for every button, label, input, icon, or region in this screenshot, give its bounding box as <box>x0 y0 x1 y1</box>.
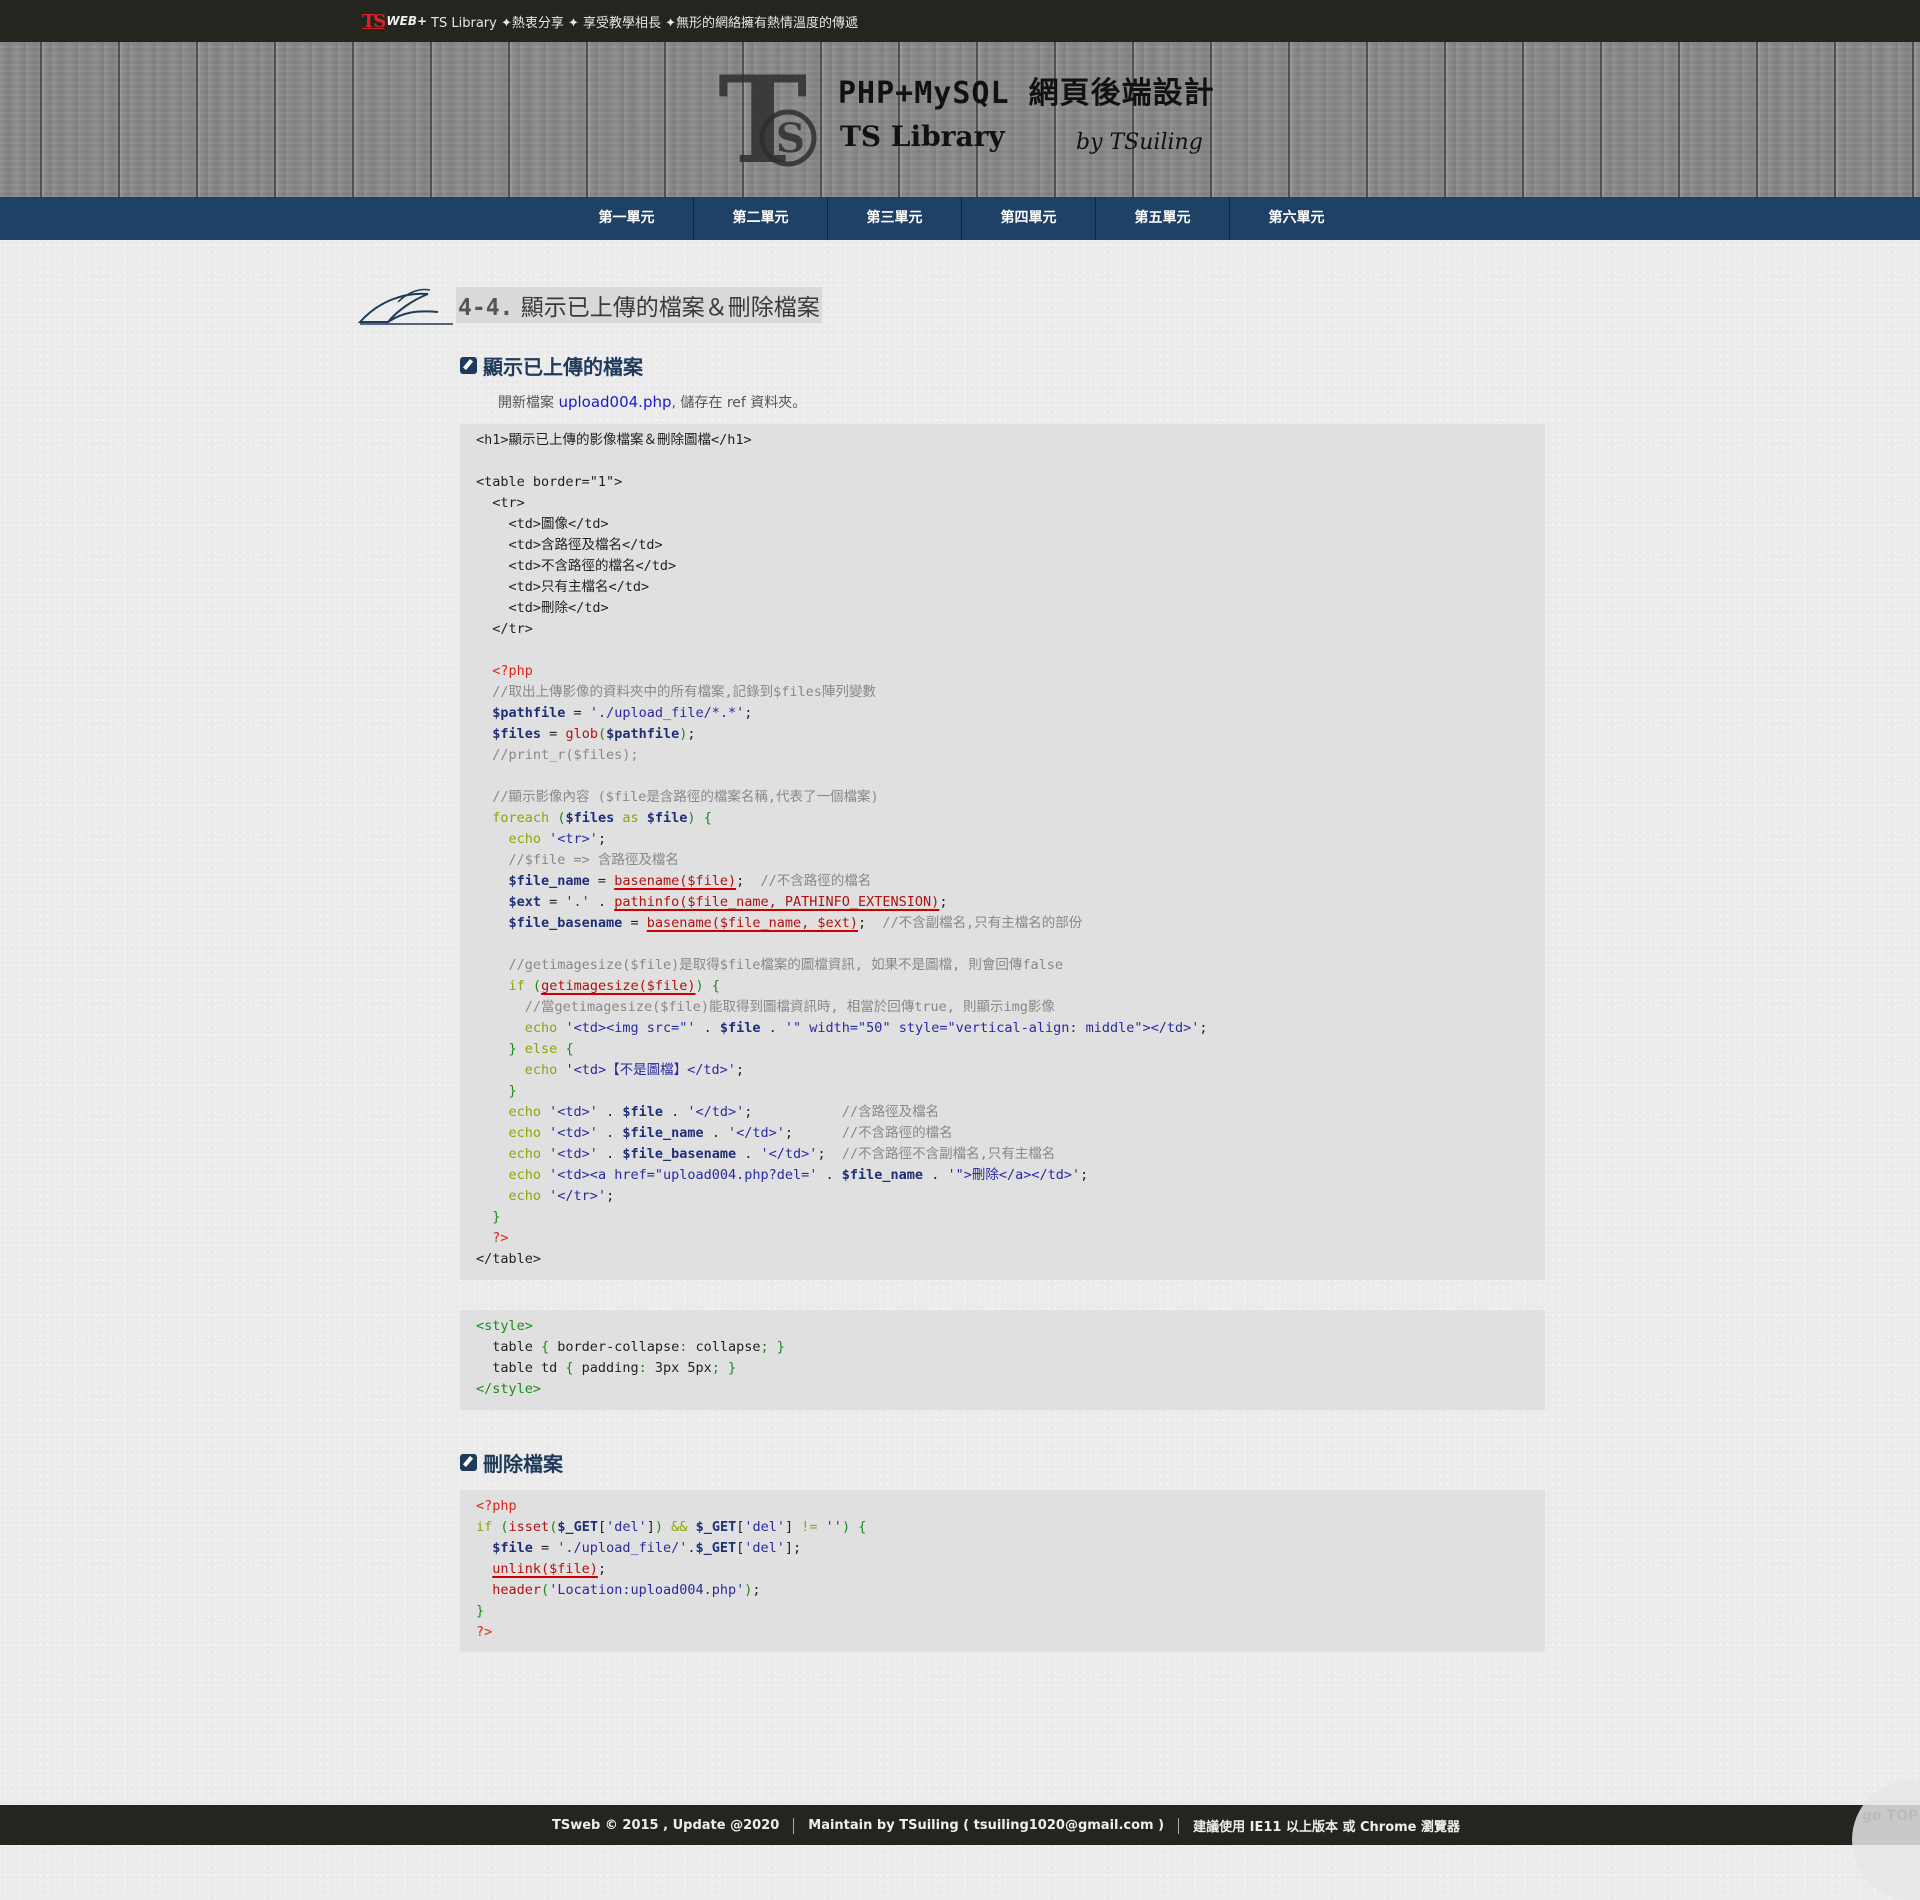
code-block-delete[interactable]: <?php if (isset($_GET['del']) && $_GET['d… <box>460 1490 1545 1652</box>
code-block-style[interactable]: <style> table { border-collapse: collaps… <box>460 1310 1545 1410</box>
code-line: echo '<tr>'; <box>508 831 607 847</box>
footer-copyright: TSweb © 2015 , Update @2020 <box>552 1818 780 1833</box>
code-block-upload004[interactable]: <h1>顯示已上傳的影像檔案＆刪除圖檔</h1> <table border="1… <box>460 424 1545 1280</box>
nav-item-unit-2[interactable]: 第二單元 <box>693 197 827 240</box>
code-line: echo '<td>' . $file . '</td>'; //含路徑及檔名 <box>508 1104 940 1120</box>
feather-pen-icon <box>358 288 453 325</box>
code-line: $file = './upload_file/'.$_GET['del']; <box>492 1540 802 1556</box>
site-tagline: TS Library ✦熱衷分享 ✦ 享受教學相長 ✦無形的網絡擁有熱情溫度的傳… <box>431 15 859 31</box>
code-line: } <box>476 1603 485 1619</box>
code-line: <?php <box>492 663 533 679</box>
code-line: } <box>492 1209 501 1225</box>
ts-library-logo[interactable]: T S <box>718 54 836 184</box>
code-line: <style> <box>476 1318 533 1334</box>
go-top-label: go TOP <box>1862 1808 1919 1824</box>
svg-text:S: S <box>776 115 805 162</box>
footer-divider <box>1178 1817 1180 1834</box>
code-line: echo '<td>【不是圖檔】</td>'; <box>524 1062 744 1078</box>
banner-subtitle: TS Library <box>840 120 1005 153</box>
top-strip: TS WEB+ TS Library ✦熱衷分享 ✦ 享受教學相長 ✦無形的網絡… <box>0 0 1920 43</box>
code-line: $pathfile = './upload_file/*.*'; <box>492 705 753 721</box>
section-heading-text: 顯示已上傳的檔案 <box>483 355 643 379</box>
code-line: echo '</tr>'; <box>508 1188 615 1204</box>
page-title-text: 顯示已上傳的檔案＆刪除檔案 <box>520 295 820 321</box>
code-line: //$file => 含路徑及檔名 <box>508 852 679 868</box>
code-line: ?> <box>476 1624 493 1640</box>
code-line: $ext = '.' . pathinfo($file_name, PATHIN… <box>508 894 948 910</box>
ts-web-logo[interactable]: TS WEB+ <box>362 11 427 32</box>
intro-suffix: , 儲存在 ref 資料夾。 <box>671 395 807 411</box>
nav-item-unit-5[interactable]: 第五單元 <box>1095 197 1229 240</box>
logo-web-text: WEB+ <box>386 14 428 28</box>
code-line: </style> <box>476 1381 542 1397</box>
footer-browser-advice: 建議使用 IE11 以上版本 或 Chrome 瀏覽器 <box>1193 1820 1461 1835</box>
top-strip-content: TS WEB+ TS Library ✦熱衷分享 ✦ 享受教學相長 ✦無形的網絡… <box>362 8 858 34</box>
banner-author: by TSuiling <box>1076 130 1203 155</box>
main-nav: 第一單元 第二單元 第三單元 第四單元 第五單元 第六單元 <box>0 197 1920 240</box>
code-line: } <box>508 1083 517 1099</box>
section-heading-delete-file: 刪除檔案 <box>460 1448 563 1477</box>
code-line: <td>只有主檔名</td> <box>476 579 650 595</box>
section-heading-text: 刪除檔案 <box>483 1452 563 1476</box>
code-line: <td>不含路徑的檔名</td> <box>476 558 677 574</box>
code-line: <table border="1"> <box>476 474 623 490</box>
banner-title: PHP+MySQL 網頁後端設計 <box>838 76 1215 111</box>
code-line: unlink($file); <box>492 1561 607 1577</box>
code-line: $files = glob($pathfile); <box>492 726 696 742</box>
code-line: foreach ($files as $file) { <box>492 810 712 826</box>
code-line: $file_basename = basename($file_name, $e… <box>508 915 1083 931</box>
code-line: <?php <box>476 1498 517 1514</box>
code-line: table td { padding: 3px 5px; } <box>476 1360 737 1376</box>
section-heading-show-files: 顯示已上傳的檔案 <box>460 351 643 380</box>
code-line: <h1>顯示已上傳的影像檔案＆刪除圖檔</h1> <box>476 432 752 448</box>
footer-divider <box>793 1817 795 1834</box>
site-footer: TSweb © 2015 , Update @2020 Maintain by … <box>0 1805 1920 1845</box>
code-line: header('Location:upload004.php'); <box>492 1582 761 1598</box>
intro-filename: upload004.php <box>558 393 672 411</box>
go-top-button[interactable]: go TOP <box>1852 1780 1920 1900</box>
code-line: //print_r($files); <box>492 747 639 763</box>
code-line: echo '<td>' . $file_name . '</td>'; //不含… <box>508 1125 953 1141</box>
code-line: <td>含路徑及檔名</td> <box>476 537 663 553</box>
code-line: //當getimagesize($file)能取得到圖檔資訊時, 相當於回傳tr… <box>524 999 1055 1015</box>
code-line: //getimagesize($file)是取得$file檔案的圖檔資訊, 如果… <box>508 957 1063 973</box>
code-line: </tr> <box>476 621 533 637</box>
page-title: 4-4. 顯示已上傳的檔案＆刪除檔案 <box>456 287 822 323</box>
code-line: if (isset($_GET['del']) && $_GET['del'] … <box>476 1519 867 1535</box>
page-title-block: 4-4. 顯示已上傳的檔案＆刪除檔案 <box>358 282 822 328</box>
code-line: <td>圖像</td> <box>476 516 609 532</box>
nav-item-unit-3[interactable]: 第三單元 <box>827 197 961 240</box>
code-line: //取出上傳影像的資料夾中的所有檔案,記錄到$files陣列變數 <box>492 684 876 700</box>
code-line: table { border-collapse: collapse; } <box>476 1339 785 1355</box>
code-line: </table> <box>476 1251 542 1267</box>
code-line: <tr> <box>476 495 525 511</box>
code-line: if (getimagesize($file)) { <box>508 978 720 994</box>
intro-prefix: 開新檔案 <box>498 395 554 411</box>
code-line: echo '<td><img src="' . $file . '" width… <box>524 1020 1208 1036</box>
edit-icon <box>460 357 477 374</box>
code-line: ?> <box>492 1230 509 1246</box>
site-banner: T S PHP+MySQL 網頁後端設計 TS Library by TSuil… <box>0 42 1920 198</box>
code-line: <td>刪除</td> <box>476 600 609 616</box>
code-line: echo '<td>' . $file_basename . '</td>'; … <box>508 1146 1056 1162</box>
nav-item-unit-1[interactable]: 第一單元 <box>560 197 693 240</box>
code-line: echo '<td><a href="upload004.php?del=' .… <box>508 1167 1089 1183</box>
nav-item-unit-6[interactable]: 第六單元 <box>1229 197 1363 240</box>
logo-ts-text: TS <box>362 10 386 32</box>
code-line: //顯示影像內容 ($file是含路徑的檔案名稱,代表了一個檔案) <box>492 789 879 805</box>
intro-text: 開新檔案 upload004.php, 儲存在 ref 資料夾。 <box>498 392 806 412</box>
code-line: } else { <box>508 1041 574 1057</box>
code-line: $file_name = basename($file); //不含路徑的檔名 <box>508 873 872 889</box>
edit-icon <box>460 1454 477 1471</box>
page-title-number: 4-4. <box>458 295 514 321</box>
footer-maintainer: Maintain by TSuiling ( tsuiling1020@gmai… <box>808 1818 1165 1833</box>
nav-item-unit-4[interactable]: 第四單元 <box>961 197 1095 240</box>
